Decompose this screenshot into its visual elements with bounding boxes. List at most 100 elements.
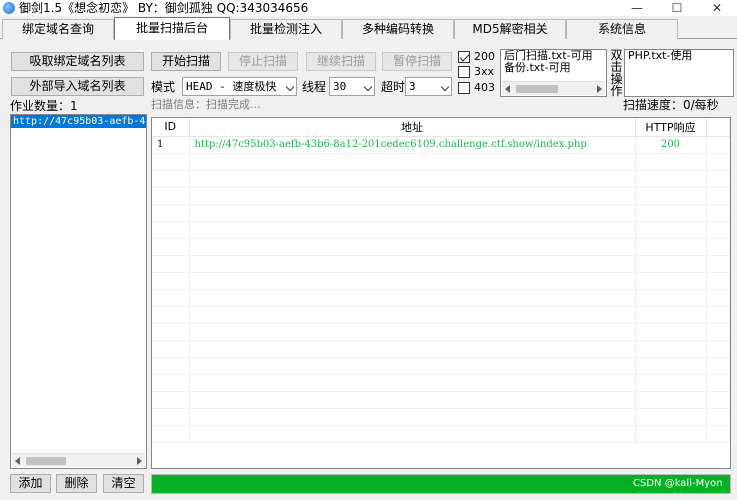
selected-dictionary-list[interactable]: PHP.txt-使用: [624, 49, 734, 97]
chevron-down-icon: [363, 82, 373, 92]
timeout-select[interactable]: 3: [405, 77, 452, 96]
scrollbar-thumb[interactable]: [26, 457, 66, 465]
table-row[interactable]: [152, 221, 730, 239]
dictionary-scrollbar[interactable]: [502, 81, 605, 95]
filter-403-label: 403: [474, 81, 495, 94]
scroll-right-icon[interactable]: [137, 457, 142, 465]
domain-list[interactable]: http://47c95b03-aefb-43: [10, 114, 147, 469]
import-domains-button[interactable]: 外部导入域名列表: [11, 77, 144, 96]
column-header-url[interactable]: 地址: [189, 118, 636, 137]
cell-url: [189, 357, 636, 375]
table-row[interactable]: [152, 170, 730, 188]
cell-id: [152, 289, 190, 307]
scroll-left-icon[interactable]: [15, 457, 20, 465]
scan-info-text: 扫描信息：扫描完成...: [151, 98, 261, 111]
table-row[interactable]: [152, 323, 730, 341]
scroll-left-icon[interactable]: [505, 85, 510, 93]
column-header-http-code[interactable]: HTTP响应: [635, 118, 707, 137]
threads-select[interactable]: 30: [329, 77, 375, 96]
continue-scan-button[interactable]: 继续扫描: [306, 52, 376, 71]
tab-encoding[interactable]: 多种编码转换: [342, 19, 454, 39]
scrollbar-thumb[interactable]: [516, 85, 558, 93]
cell-url: [189, 323, 636, 341]
cell-id: [152, 153, 190, 171]
scroll-right-icon[interactable]: [597, 85, 602, 93]
dictionary-list[interactable]: 后门扫描.txt-可用 备份.txt-可用: [500, 49, 607, 97]
selected-dictionary-item[interactable]: PHP.txt-使用: [625, 50, 733, 62]
table-row[interactable]: [152, 306, 730, 324]
dictionary-item[interactable]: 备份.txt-可用: [501, 62, 606, 74]
cell-http-code: [635, 289, 707, 307]
cell-url: http://47c95b03-aefb-43b6-8a12-201cedec6…: [189, 136, 636, 154]
tab-md5[interactable]: MD5解密相关: [454, 19, 566, 39]
filter-200-checkbox[interactable]: 200: [458, 50, 495, 63]
checkbox-checked-icon[interactable]: [458, 50, 470, 63]
table-row[interactable]: 1 http://47c95b03-aefb-43b6-8a12-201cedec…: [152, 136, 730, 154]
tab-batch-injection[interactable]: 批量检测注入: [230, 19, 342, 39]
main-tabs: 绑定域名查询 批量扫描后台 批量检测注入 多种编码转换 MD5解密相关 系统信息: [0, 17, 737, 40]
table-row[interactable]: [152, 238, 730, 256]
table-row[interactable]: [152, 357, 730, 375]
column-header-id[interactable]: ID: [152, 118, 190, 137]
cell-url: [189, 289, 636, 307]
table-row[interactable]: [152, 153, 730, 171]
filter-200-label: 200: [474, 50, 495, 63]
watermark-text: CSDN @kali-Myon: [633, 478, 723, 489]
scan-speed-text: 扫描速度：0/每秒: [623, 98, 719, 112]
cell-http-code: [635, 323, 707, 341]
start-scan-button[interactable]: 开始扫描: [151, 52, 221, 71]
tab-domain-query[interactable]: 绑定域名查询: [2, 19, 114, 39]
table-row[interactable]: [152, 187, 730, 205]
absorb-domains-button[interactable]: 吸取绑定域名列表: [11, 52, 144, 71]
cell-id: 1: [152, 136, 190, 154]
cell-url: [189, 255, 636, 273]
cell-http-code: [635, 357, 707, 375]
cell-url: [189, 391, 636, 409]
results-table[interactable]: ID 地址 HTTP响应 1 http://47c95b03-aefb-43b6-…: [151, 117, 731, 469]
filter-403-checkbox[interactable]: 403: [458, 81, 495, 94]
domain-list-item[interactable]: http://47c95b03-aefb-43: [11, 115, 146, 128]
cell-http-code: 200: [635, 136, 707, 154]
table-row[interactable]: [152, 374, 730, 392]
cell-id: [152, 255, 190, 273]
close-button[interactable]: ✕: [697, 0, 737, 16]
maximize-button[interactable]: ☐: [657, 0, 697, 16]
table-row[interactable]: [152, 408, 730, 426]
cell-filler: [706, 374, 730, 392]
checkbox-icon[interactable]: [458, 65, 470, 78]
delete-button[interactable]: 删除: [56, 474, 97, 493]
cell-filler: [706, 357, 730, 375]
cell-http-code: [635, 408, 707, 426]
checkbox-icon[interactable]: [458, 81, 470, 94]
add-button[interactable]: 添加: [10, 474, 51, 493]
cell-filler: [706, 340, 730, 358]
tab-batch-scan[interactable]: 批量扫描后台: [114, 17, 230, 40]
table-row[interactable]: [152, 272, 730, 290]
cell-filler: [706, 323, 730, 341]
mode-select-value: HEAD - 速度极快: [186, 80, 277, 93]
domain-list-scrollbar[interactable]: [12, 453, 145, 467]
table-row[interactable]: [152, 340, 730, 358]
chevron-down-icon: [440, 82, 450, 92]
cell-filler: [706, 306, 730, 324]
table-row[interactable]: [152, 289, 730, 307]
table-row[interactable]: [152, 204, 730, 222]
cell-http-code: [635, 340, 707, 358]
title-bar: 御剑1.5《想念初恋》 BY：御剑孤独 QQ:343034656 — ☐ ✕: [0, 0, 737, 16]
mode-select[interactable]: HEAD - 速度极快: [182, 77, 297, 96]
stop-scan-button[interactable]: 停止扫描: [228, 52, 298, 71]
cell-filler: [706, 204, 730, 222]
cell-url: [189, 425, 636, 443]
minimize-button[interactable]: —: [617, 0, 657, 16]
table-row[interactable]: [152, 425, 730, 443]
app-logo-icon: [3, 2, 15, 14]
clear-button[interactable]: 清空: [103, 474, 144, 493]
cell-filler: [706, 136, 730, 154]
pause-scan-button[interactable]: 暂停扫描: [382, 52, 452, 71]
table-row[interactable]: [152, 391, 730, 409]
cell-http-code: [635, 255, 707, 273]
table-header-row: ID 地址 HTTP响应: [152, 118, 730, 137]
table-row[interactable]: [152, 255, 730, 273]
tab-system-info[interactable]: 系统信息: [566, 19, 678, 39]
filter-3xx-checkbox[interactable]: 3xx: [458, 65, 494, 78]
